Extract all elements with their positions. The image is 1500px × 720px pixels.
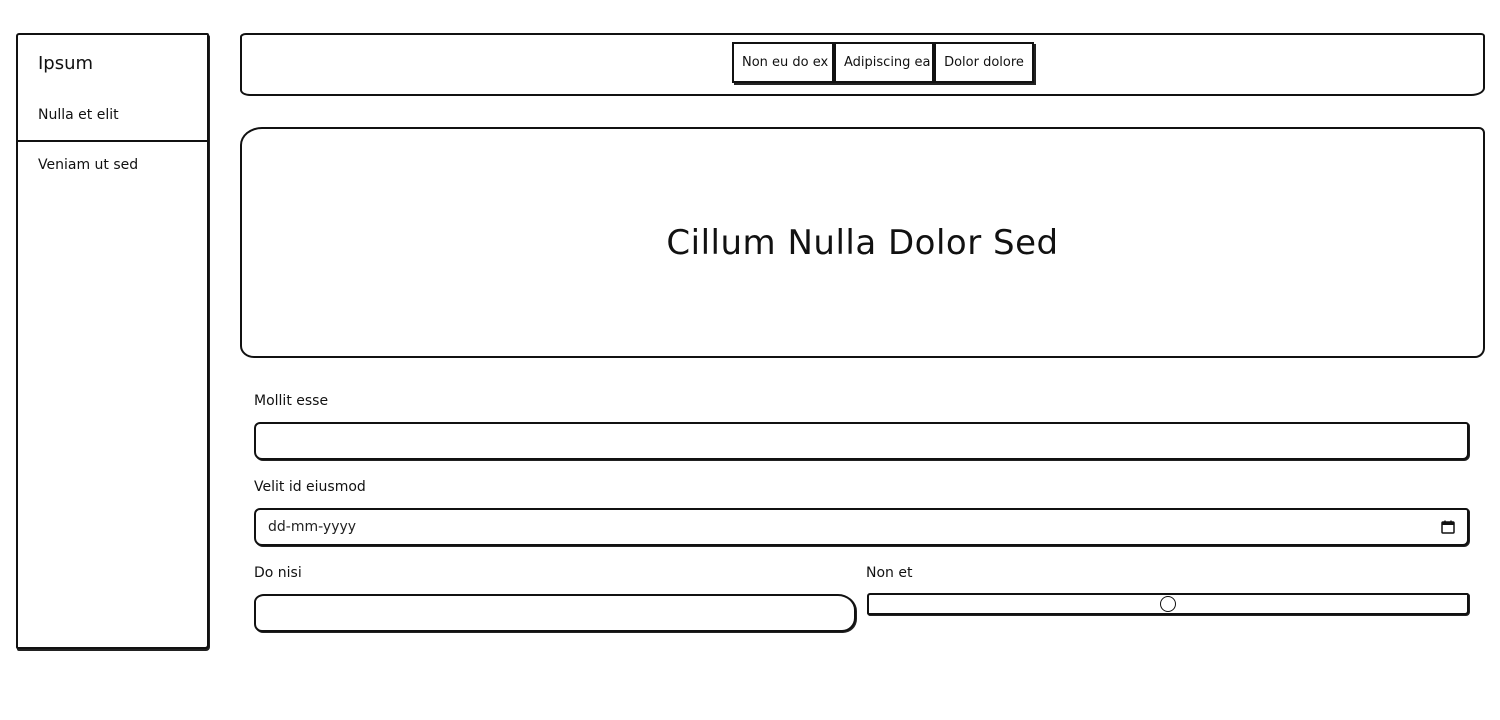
do-nisi-input[interactable] bbox=[254, 594, 856, 632]
slider-thumb[interactable] bbox=[1160, 596, 1176, 612]
hero-title: Cillum Nulla Dolor Sed bbox=[666, 222, 1059, 263]
non-et-label: Non et bbox=[866, 565, 913, 581]
calendar-icon[interactable] bbox=[1441, 520, 1455, 534]
nav-button-dolor-dolore[interactable]: Dolor dolore bbox=[934, 42, 1034, 83]
non-et-slider[interactable] bbox=[867, 593, 1469, 615]
date-placeholder: dd-mm-yyyy bbox=[268, 519, 357, 535]
sidebar: Ipsum Nulla et elit Veniam ut sed bbox=[16, 33, 209, 649]
velit-id-eiusmod-label: Velit id eiusmod bbox=[254, 479, 366, 495]
sidebar-brand: Ipsum bbox=[38, 53, 94, 74]
top-navbar: Non eu do ex Adipiscing ea Dolor dolore bbox=[240, 33, 1485, 96]
nav-button-adipiscing-ea[interactable]: Adipiscing ea bbox=[834, 42, 934, 83]
mollit-esse-label: Mollit esse bbox=[254, 393, 329, 409]
nav-button-group: Non eu do ex Adipiscing ea Dolor dolore bbox=[732, 42, 1034, 83]
do-nisi-label: Do nisi bbox=[254, 565, 302, 581]
mollit-esse-input[interactable] bbox=[254, 422, 1469, 460]
hero-banner: Cillum Nulla Dolor Sed bbox=[240, 127, 1485, 358]
sidebar-item-nulla-et-elit[interactable]: Nulla et elit bbox=[38, 107, 119, 123]
velit-id-eiusmod-date-input[interactable]: dd-mm-yyyy bbox=[254, 508, 1469, 546]
sidebar-item-veniam-ut-sed[interactable]: Veniam ut sed bbox=[38, 157, 138, 173]
sidebar-divider bbox=[18, 140, 207, 142]
nav-button-non-eu-do-ex[interactable]: Non eu do ex bbox=[732, 42, 834, 83]
